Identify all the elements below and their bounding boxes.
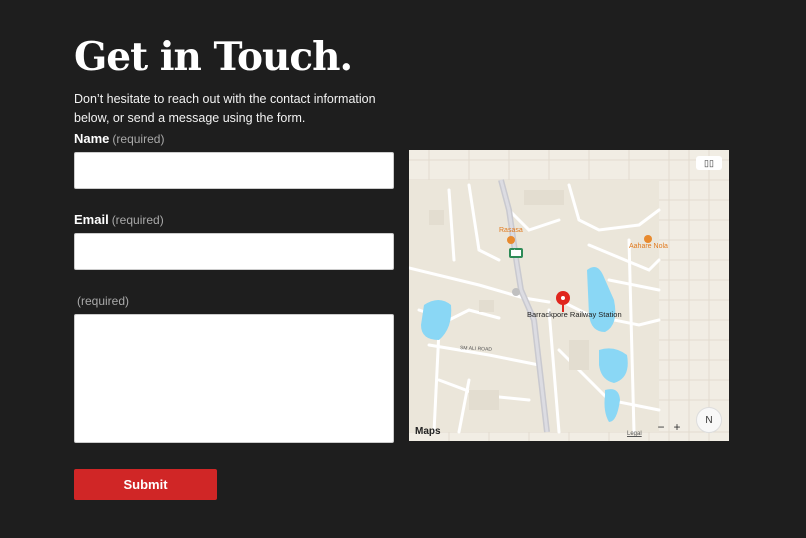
compass-label: N	[705, 414, 713, 426]
zoom-out-button[interactable]: −	[653, 420, 669, 436]
route-badge: 1	[513, 250, 517, 256]
message-required-text: (required)	[77, 294, 130, 308]
map-type-button[interactable]: ▯▯	[696, 156, 722, 170]
poi-rasasa[interactable]: Rasasa	[499, 227, 523, 234]
name-required-text: (required)	[112, 132, 165, 146]
station-label[interactable]: Barrackpore Railway Station	[527, 311, 622, 319]
zoom-controls: − +	[653, 420, 685, 436]
message-label: (required)	[74, 293, 129, 308]
map-icon: ▯▯	[704, 157, 714, 168]
email-label: Email (required)	[74, 212, 164, 227]
email-label-text: Email	[74, 212, 109, 227]
page-title: Get in Touch.	[74, 34, 353, 80]
map-embed[interactable]: ▯▯ Rasasa Aahare Nola 1 Barrackpore Rail…	[409, 150, 729, 441]
intro-text: Don’t hesitate to reach out with the con…	[74, 92, 376, 125]
message-textarea[interactable]	[74, 314, 394, 443]
map-canvas[interactable]	[409, 150, 729, 441]
maps-attribution[interactable]: Maps	[415, 426, 441, 437]
name-label: Name (required)	[74, 131, 164, 146]
compass-button[interactable]: N	[696, 407, 722, 433]
legal-link[interactable]: Legal	[627, 431, 642, 437]
email-input[interactable]	[74, 233, 394, 270]
name-label-text: Name	[74, 131, 110, 146]
zoom-in-button[interactable]: +	[669, 420, 685, 436]
submit-button[interactable]: Submit	[74, 469, 217, 500]
name-input[interactable]	[74, 152, 394, 189]
email-required-text: (required)	[111, 213, 164, 227]
poi-aahare-nola[interactable]: Aahare Nola	[629, 243, 668, 250]
maps-attribution-text: Maps	[415, 426, 441, 437]
